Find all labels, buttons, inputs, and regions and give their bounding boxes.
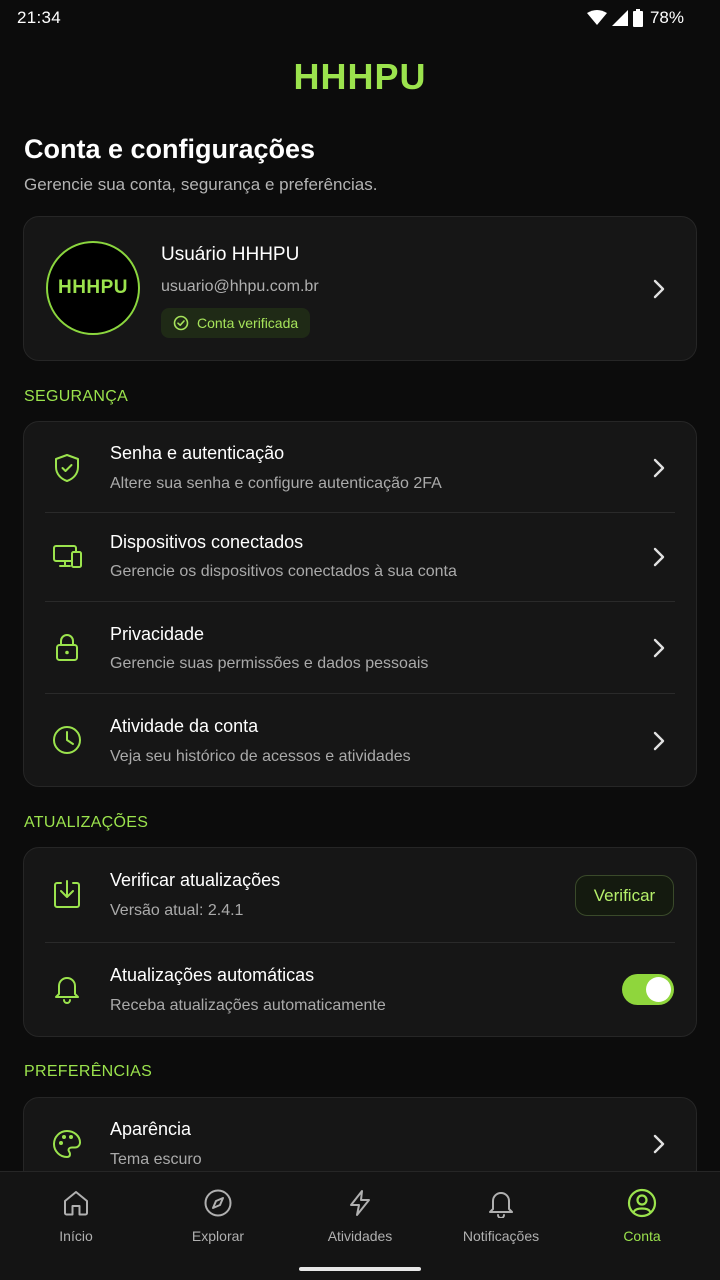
security-item-devices[interactable]: Dispositivos conectados Gerencie os disp… <box>24 513 696 601</box>
chevron-right-icon <box>653 458 665 478</box>
bottom-nav: Início Explorar Atividades Notificações … <box>0 1171 720 1280</box>
chevron-right-icon <box>653 547 665 567</box>
nav-item-explorar[interactable]: Explorar <box>146 1172 290 1262</box>
status-time: 21:34 <box>17 8 62 27</box>
security-item-subtitle: Veja seu histórico de acessos e atividad… <box>110 748 411 765</box>
chevron-right-icon <box>653 638 665 658</box>
current-version: Versão atual: 2.4.1 <box>110 902 244 919</box>
section-label-updates: ATUALIZAÇÕES <box>24 814 149 831</box>
nav-item-inicio[interactable]: Início <box>4 1172 148 1262</box>
section-label-preferences: PREFERÊNCIAS <box>24 1063 153 1080</box>
profile-email: usuario@hhpu.com.br <box>161 278 319 295</box>
nav-item-conta[interactable]: Conta <box>570 1172 714 1262</box>
chevron-right-icon <box>653 279 665 299</box>
chevron-right-icon <box>653 731 665 751</box>
home-icon <box>64 1191 88 1216</box>
nav-label: Explorar <box>191 1228 245 1244</box>
status-icons: 78% <box>586 8 684 28</box>
security-item-password[interactable]: Senha e autenticação Altere sua senha e … <box>24 422 696 512</box>
preferences-item-title: Aparência <box>110 1119 192 1139</box>
nav-label: Notificações <box>462 1228 540 1244</box>
security-item-subtitle: Altere sua senha e configure autenticaçã… <box>110 475 442 492</box>
security-item-activity[interactable]: Atividade da conta Veja seu histórico de… <box>24 694 696 786</box>
nav-label: Início <box>59 1228 93 1244</box>
compass-icon <box>204 1189 232 1217</box>
security-item-title: Privacidade <box>110 624 205 644</box>
user-circle-icon <box>627 1188 657 1218</box>
auto-updates-subtitle: Receba atualizações automaticamente <box>110 997 386 1014</box>
security-card: Senha e autenticação Altere sua senha e … <box>23 421 697 787</box>
lock-icon <box>56 634 78 661</box>
status-bar: 21:34 78% <box>0 0 720 36</box>
chevron-right-icon <box>653 1134 665 1154</box>
wifi-icon <box>586 10 607 25</box>
verify-button[interactable]: Verificar <box>575 875 674 916</box>
security-item-title: Dispositivos conectados <box>110 532 304 552</box>
brand-logo: HHHPU <box>293 56 427 97</box>
profile-name: Usuário HHHPU <box>161 244 300 265</box>
shield-check-icon <box>55 454 79 482</box>
security-item-subtitle: Gerencie suas permissões e dados pessoai… <box>110 655 429 672</box>
check-updates-title: Verificar atualizações <box>110 870 281 890</box>
nav-item-atividades[interactable]: Atividades <box>288 1172 432 1262</box>
lightning-icon <box>350 1190 370 1216</box>
download-icon <box>54 880 80 908</box>
auto-updates-title: Atualizações automáticas <box>110 965 315 985</box>
home-indicator[interactable] <box>299 1267 421 1271</box>
signal-icon <box>611 10 628 26</box>
preferences-item-subtitle: Tema escuro <box>110 1151 202 1168</box>
profile-card[interactable]: HHHPU Usuário HHHPU usuario@hhpu.com.br … <box>23 216 697 361</box>
palette-icon <box>53 1130 81 1158</box>
verified-badge: Conta verificada <box>161 308 311 338</box>
updates-card: Verificar atualizações Versão atual: 2.4… <box>23 847 697 1037</box>
auto-updates-toggle[interactable] <box>622 974 674 1005</box>
section-label-security: SEGURANÇA <box>24 388 129 405</box>
devices-icon <box>53 545 82 568</box>
security-item-subtitle: Gerencie os dispositivos conectados à su… <box>110 563 457 580</box>
nav-label: Atividades <box>327 1228 393 1244</box>
security-item-title: Atividade da conta <box>110 716 259 736</box>
battery-icon <box>632 9 643 27</box>
page-title: Conta e configurações <box>24 134 316 164</box>
check-updates-row: Verificar atualizações Versão atual: 2.4… <box>24 848 696 942</box>
page-subtitle: Gerencie sua conta, segurança e preferên… <box>24 175 378 194</box>
bell-icon <box>489 1192 513 1218</box>
avatar: HHHPU <box>46 241 140 335</box>
check-circle-icon <box>173 315 189 331</box>
battery-percent: 78% <box>649 8 684 27</box>
security-item-privacy[interactable]: Privacidade Gerencie suas permissões e d… <box>24 602 696 693</box>
security-item-title: Senha e autenticação <box>110 443 285 463</box>
nav-item-notificacoes[interactable]: Notificações <box>429 1172 573 1262</box>
auto-updates-row: Atualizações automáticas Receba atualiza… <box>24 943 696 1036</box>
verified-badge-label: Conta verificada <box>197 315 299 331</box>
toggle-knob <box>646 977 671 1002</box>
clock-icon <box>53 726 81 754</box>
nav-label: Conta <box>623 1228 661 1244</box>
bell-icon <box>55 977 79 1004</box>
